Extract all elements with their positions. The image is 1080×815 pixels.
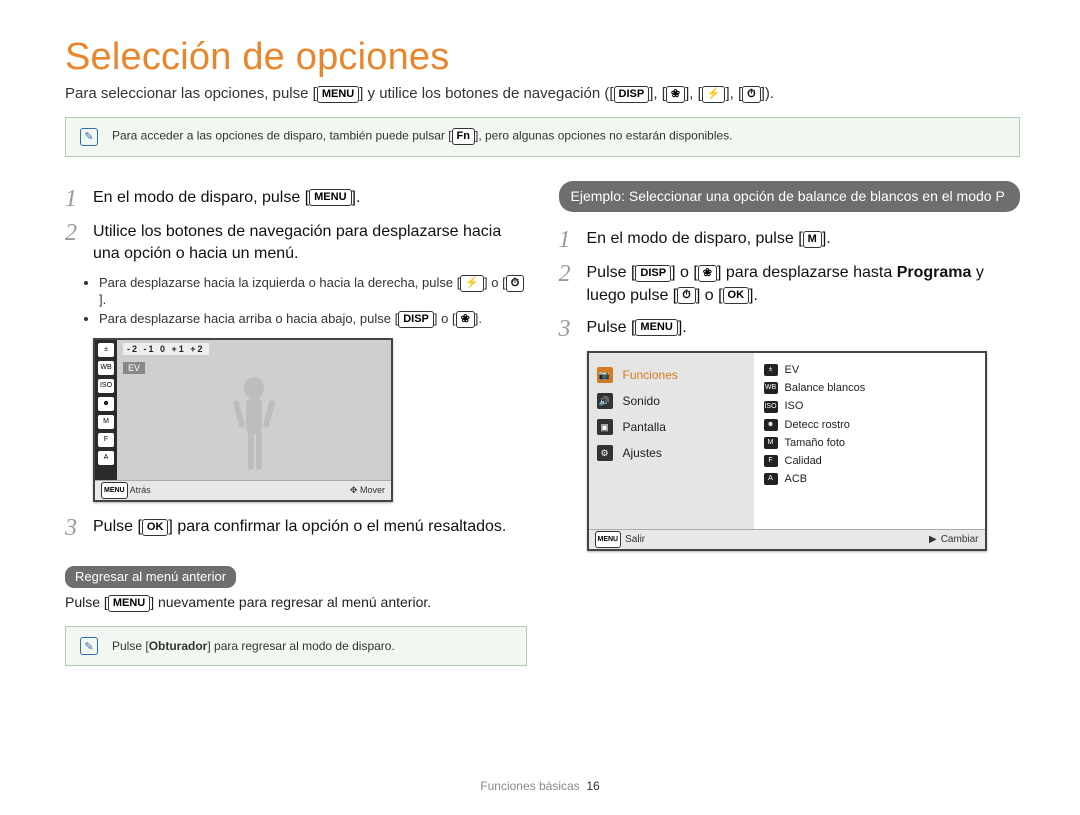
menu-item-funciones: 📷 Funciones	[597, 367, 746, 383]
left-step-3: 3 Pulse [OK] para confirmar la opción o …	[65, 516, 527, 540]
macro-button-icon: ❀	[666, 86, 685, 103]
right-arrow-icon: ▶	[929, 534, 937, 545]
step-number: 1	[65, 187, 83, 211]
size-icon: M	[764, 437, 778, 449]
step-number: 2	[559, 262, 577, 307]
return-text: Pulse [MENU] nuevamente para regresar al…	[65, 594, 527, 612]
menu-item-ajustes: ⚙ Ajustes	[597, 445, 746, 461]
menu-button-icon: MENU	[595, 531, 622, 548]
note-icon: ✎	[80, 637, 98, 655]
disp-button-icon: DISP	[635, 265, 671, 282]
step-number: 3	[559, 317, 577, 341]
menu-button-icon: MENU	[101, 482, 128, 499]
face-icon: ☻	[764, 419, 778, 431]
lcd-exit-label: Salir	[625, 534, 645, 545]
quality-icon: F	[98, 433, 114, 447]
intro-text: Para seleccionar las opciones, pulse [ME…	[65, 85, 1020, 103]
timer-button-icon: ⏱	[742, 86, 761, 103]
menu-button-icon: MENU	[309, 189, 351, 206]
example-heading: Ejemplo: Seleccionar una opción de balan…	[559, 181, 1021, 213]
display-icon: ▣	[597, 419, 613, 435]
timer-button-icon: ⏱	[506, 275, 525, 292]
note-fn-access: ✎ Para acceder a las opciones de disparo…	[65, 117, 1020, 157]
flash-button-icon: ⚡	[460, 275, 484, 292]
iso-icon: ISO	[98, 379, 114, 393]
ev-scale: -2 -1 0 +1 +2	[123, 343, 209, 355]
note-icon: ✎	[80, 128, 98, 146]
acb-icon: A	[98, 451, 114, 465]
macro-button-icon: ❀	[456, 311, 475, 328]
sound-icon: 🔊	[597, 393, 613, 409]
ok-button-icon: OK	[142, 519, 169, 536]
left-step-2: 2 Utilice los botones de navegación para…	[65, 221, 527, 266]
right-step-1: 1 En el modo de disparo, pulse [M].	[559, 228, 1021, 252]
mode-button-icon: M	[803, 231, 822, 248]
lcd-back-label: Atrás	[130, 485, 151, 495]
lcd-move-label: Mover	[360, 485, 385, 495]
right-column: Ejemplo: Seleccionar una opción de balan…	[559, 181, 1021, 667]
note-shutter-return: ✎ Pulse [Obturador] para regresar al mod…	[65, 626, 527, 666]
page-title: Selección de opciones	[65, 36, 1020, 79]
gear-icon: ⚙	[597, 445, 613, 461]
step-number: 3	[65, 516, 83, 540]
menu-left-list: 📷 Funciones 🔊 Sonido ▣ Pantalla ⚙	[589, 353, 754, 529]
acb-icon: A	[764, 473, 778, 485]
quality-icon: F	[764, 455, 778, 467]
subhead-return-menu: Regresar al menú anterior	[65, 566, 236, 588]
page-footer: Funciones básicas 16	[0, 779, 1080, 793]
right-step-3: 3 Pulse [MENU].	[559, 317, 1021, 341]
timer-button-icon: ⏱	[677, 287, 696, 304]
move-icon: ✥	[350, 485, 358, 495]
menu-button-icon: MENU	[317, 86, 359, 103]
left-step-1: 1 En el modo de disparo, pulse [MENU].	[65, 187, 527, 211]
flash-button-icon: ⚡	[702, 86, 726, 103]
lcd-side-icons: ± WB ISO ☻ M F A	[95, 340, 117, 480]
wb-icon: WB	[98, 361, 114, 375]
camera-lcd-ev: ± WB ISO ☻ M F A -2 -1 0 +1 +2 EV	[93, 338, 393, 502]
left-column: 1 En el modo de disparo, pulse [MENU]. 2…	[65, 181, 527, 667]
sub-bullet: Para desplazarse hacia la izquierda o ha…	[99, 275, 527, 307]
iso-icon: ISO	[764, 401, 778, 413]
camera-icon: 📷	[597, 367, 613, 383]
menu-item-pantalla: ▣ Pantalla	[597, 419, 746, 435]
macro-button-icon: ❀	[698, 265, 717, 282]
ev-icon: ±	[98, 343, 114, 357]
ok-button-icon: OK	[723, 287, 750, 304]
sub-bullet: Para desplazarse hacia arriba o hacia ab…	[99, 311, 527, 328]
disp-button-icon: DISP	[398, 311, 434, 328]
menu-right-list: ±EV WBBalance blancos ISOISO ☻Detecc ros…	[754, 353, 985, 529]
step-number: 2	[65, 221, 83, 266]
menu-item-sonido: 🔊 Sonido	[597, 393, 746, 409]
ev-icon: ±	[764, 364, 778, 376]
wb-icon: WB	[764, 382, 778, 394]
camera-lcd-menu: 📷 Funciones 🔊 Sonido ▣ Pantalla ⚙	[587, 351, 987, 551]
disp-button-icon: DISP	[614, 86, 650, 103]
face-icon: ☻	[98, 397, 114, 411]
child-silhouette	[224, 370, 284, 480]
menu-button-icon: MENU	[635, 319, 677, 336]
lcd-change-label: Cambiar	[941, 534, 979, 545]
size-icon: M	[98, 415, 114, 429]
menu-button-icon: MENU	[108, 595, 150, 612]
right-step-2: 2 Pulse [DISP] o [❀] para desplazarse ha…	[559, 262, 1021, 307]
step-number: 1	[559, 228, 577, 252]
ev-label: EV	[123, 362, 145, 374]
fn-button-icon: Fn	[452, 128, 475, 145]
